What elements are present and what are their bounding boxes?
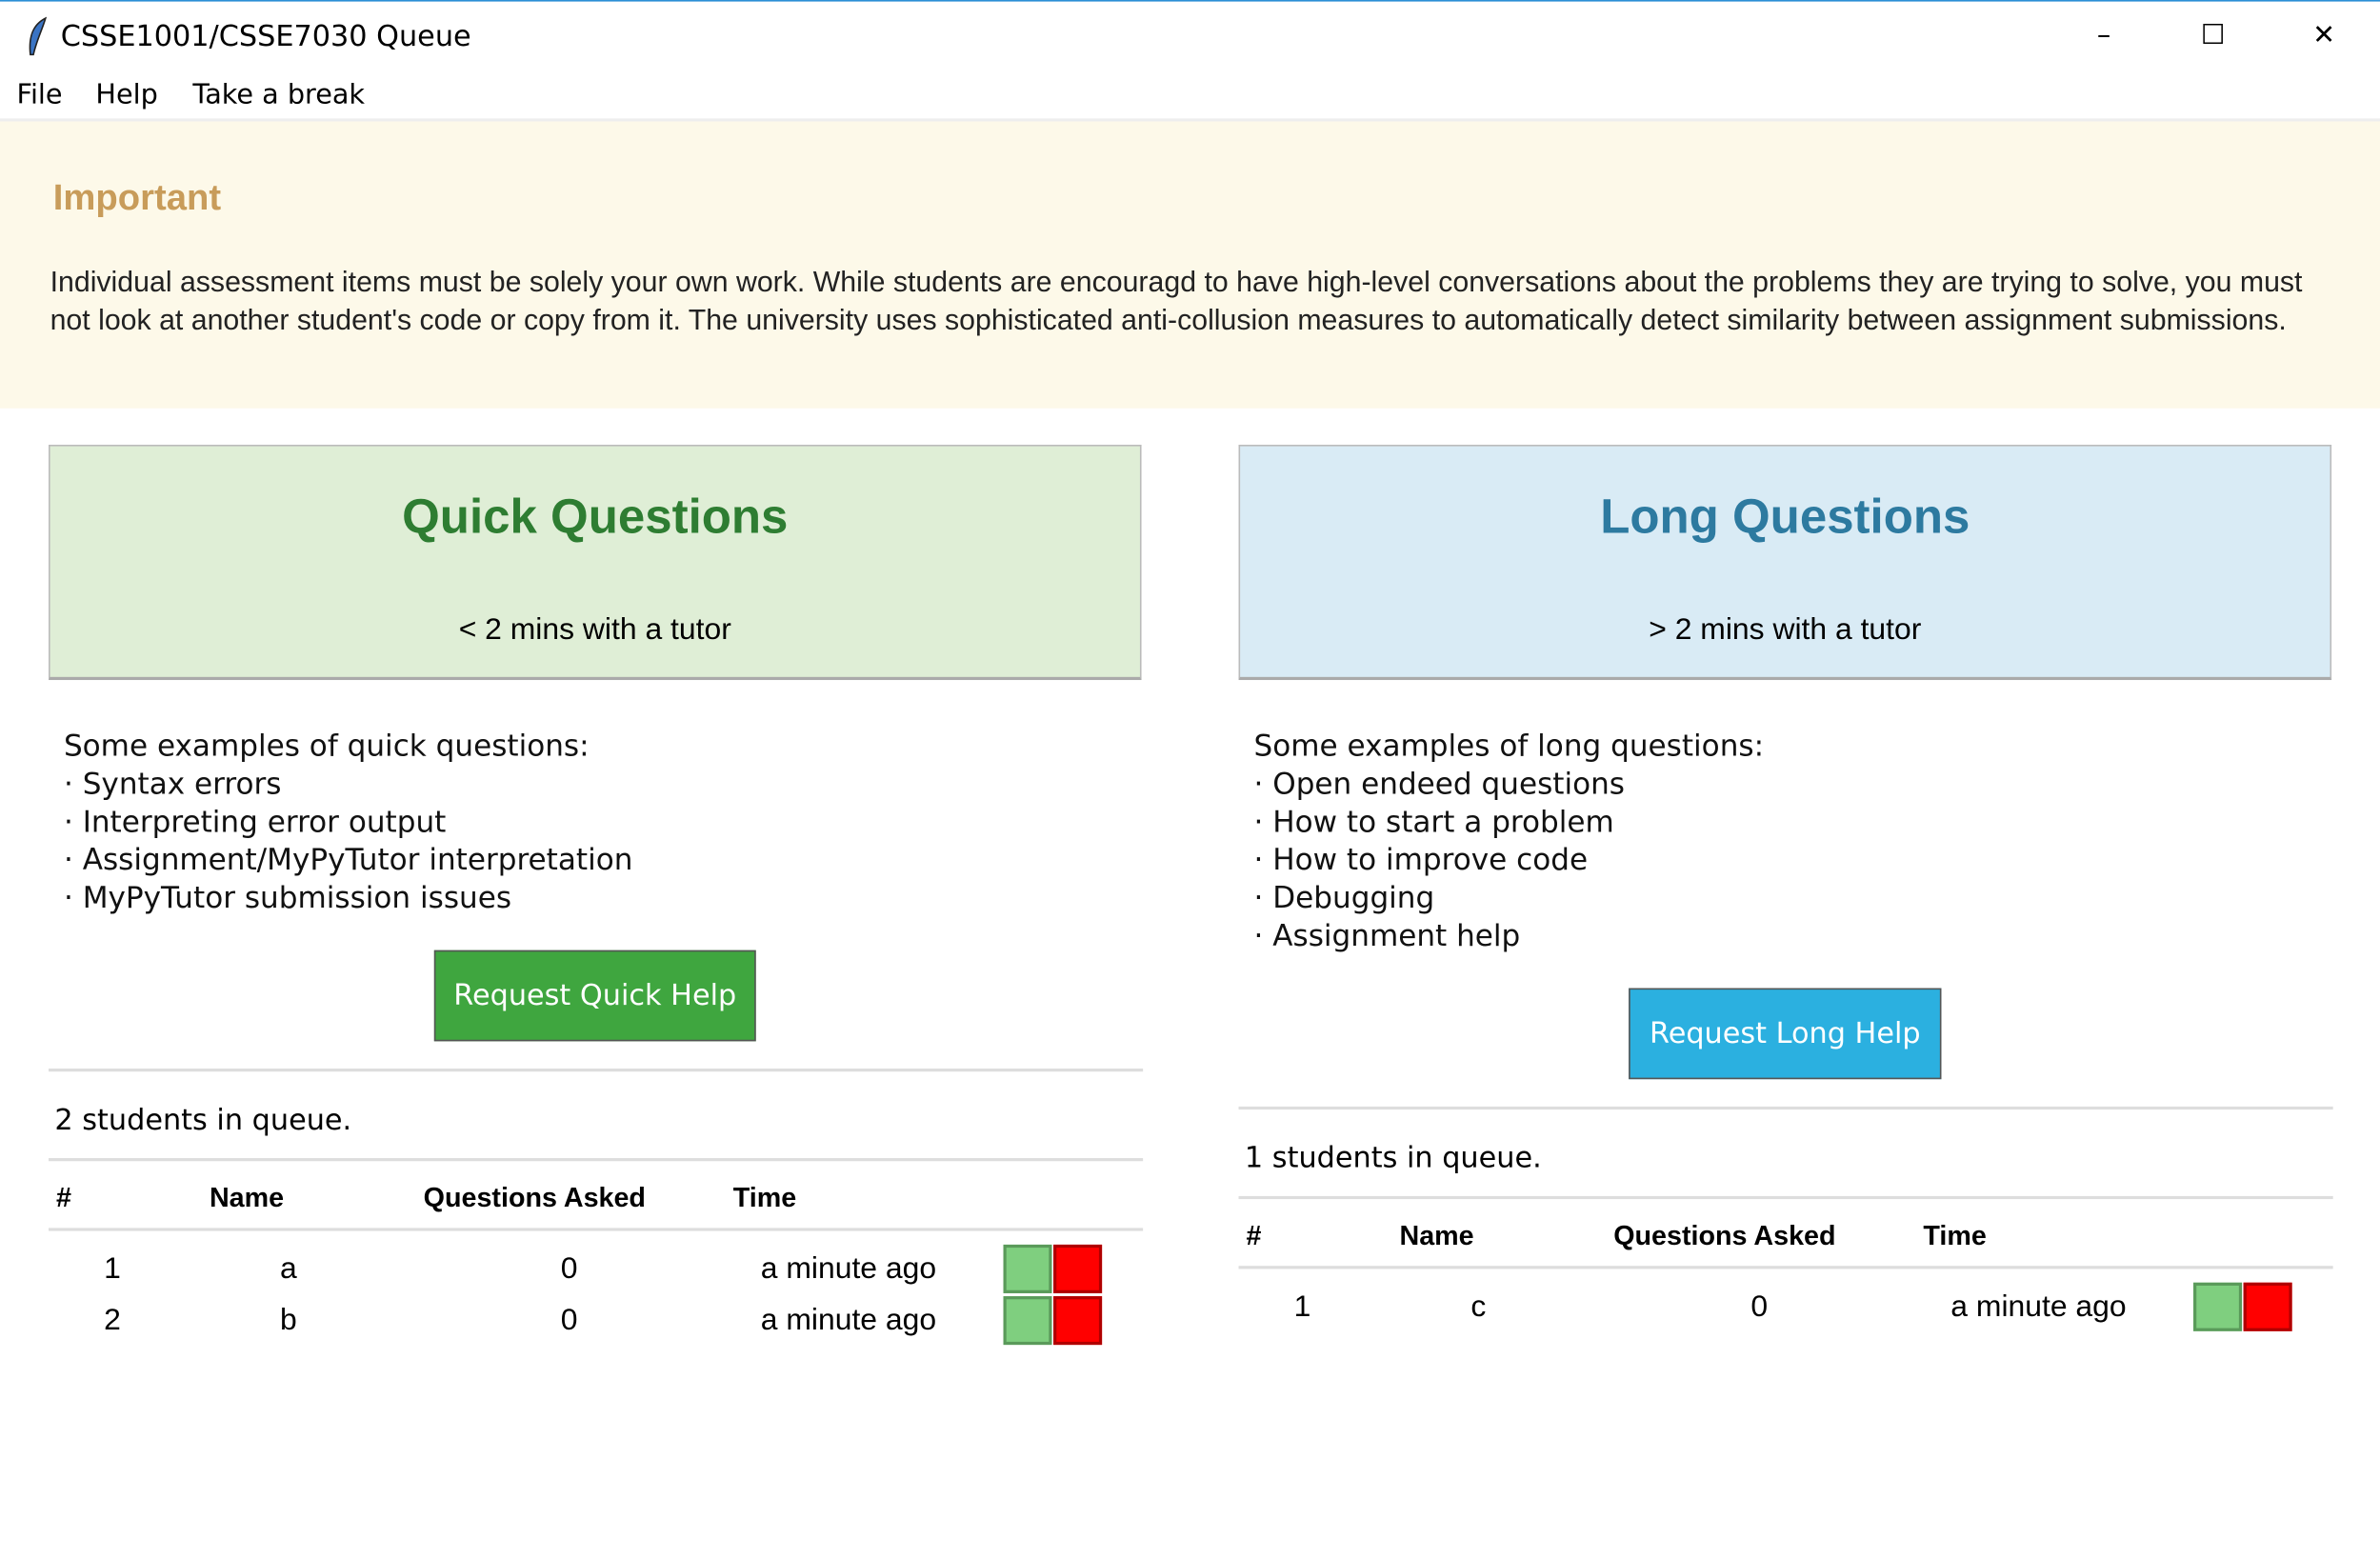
maximize-button[interactable]: ☐: [2183, 13, 2244, 59]
col-name: Name: [1399, 1220, 1474, 1251]
row-number: 1: [104, 1251, 121, 1286]
quick-queue-count: 2 students in queue.: [54, 1103, 352, 1137]
example-item: · Assignment/MyPyTutor interpretation: [63, 842, 633, 878]
divider: [49, 1069, 1144, 1072]
menu-file[interactable]: File: [17, 79, 63, 110]
close-button[interactable]: ✕: [2293, 13, 2354, 59]
col-number: #: [1246, 1220, 1262, 1251]
accept-button[interactable]: [1003, 1296, 1052, 1346]
title-bar: CSSE1001/CSSE7030 Queue – ☐ ✕: [0, 0, 2380, 70]
accept-button[interactable]: [1003, 1244, 1052, 1293]
example-item: · MyPyTutor submission issues: [63, 880, 512, 916]
request-long-help-button[interactable]: Request Long Help: [1629, 988, 1942, 1080]
menu-take-a-break[interactable]: Take a break: [192, 79, 365, 110]
window-title: CSSE1001/CSSE7030 Queue: [60, 19, 471, 53]
menu-help[interactable]: Help: [95, 79, 157, 110]
row-questions-asked: 0: [560, 1304, 578, 1338]
example-item: · Syntax errors: [63, 766, 282, 802]
example-item: · How to start a problem: [1253, 804, 1614, 840]
quick-title: Quick Questions: [402, 489, 789, 544]
example-item: · Assignment help: [1253, 918, 1521, 953]
request-quick-help-button[interactable]: Request Quick Help: [433, 949, 756, 1042]
col-questions-asked: Questions Asked: [423, 1182, 646, 1213]
feather-icon: [29, 16, 48, 56]
quick-questions-header: Quick Questions < 2 mins with a tutor: [49, 444, 1142, 681]
row-time: a minute ago: [760, 1304, 937, 1338]
long-title: Long Questions: [1600, 489, 1970, 544]
example-item: · Debugging: [1253, 880, 1435, 916]
long-queue-count: 1 students in queue.: [1244, 1141, 1542, 1175]
divider: [49, 1228, 1144, 1231]
long-subtitle: > 2 mins with a tutor: [1649, 612, 1922, 647]
divider: [1238, 1195, 2333, 1200]
col-number: #: [55, 1182, 71, 1213]
remove-button[interactable]: [2243, 1282, 2292, 1331]
col-questions-asked: Questions Asked: [1613, 1220, 1836, 1251]
important-title: Important: [52, 177, 222, 219]
col-time: Time: [732, 1182, 797, 1213]
example-item: · Interpreting error output: [63, 804, 447, 840]
quick-examples: Some examples of quick questions: · Synt…: [64, 727, 633, 916]
examples-intro: Some examples of long questions:: [1253, 729, 1765, 764]
example-item: · How to improve code: [1253, 842, 1589, 878]
examples-intro: Some examples of quick questions:: [63, 729, 590, 764]
row-name: b: [279, 1304, 297, 1338]
long-examples: Some examples of long questions: · Open …: [1253, 727, 1764, 954]
remove-button[interactable]: [1053, 1296, 1103, 1346]
row-number: 1: [1293, 1289, 1311, 1324]
divider: [1238, 1266, 2333, 1269]
divider: [1238, 1106, 2333, 1110]
quick-subtitle: < 2 mins with a tutor: [458, 612, 731, 647]
row-name: a: [279, 1251, 297, 1286]
important-text: Individual assessment items must be sole…: [50, 267, 2303, 337]
row-time: a minute ago: [1950, 1289, 2127, 1324]
long-questions-header: Long Questions > 2 mins with a tutor: [1238, 444, 2332, 681]
example-item: · Open endeed questions: [1253, 766, 1625, 802]
row-name: c: [1470, 1289, 1487, 1324]
row-time: a minute ago: [760, 1251, 937, 1286]
important-banner: Important Individual assessment items mu…: [0, 121, 2380, 409]
col-name: Name: [209, 1182, 285, 1213]
remove-button[interactable]: [1053, 1244, 1103, 1293]
col-time: Time: [1923, 1220, 1987, 1251]
row-number: 2: [104, 1304, 121, 1338]
row-questions-asked: 0: [560, 1251, 578, 1286]
accept-button[interactable]: [2193, 1282, 2243, 1331]
divider: [49, 1158, 1144, 1162]
row-questions-asked: 0: [1750, 1289, 1769, 1324]
menu-bar: File Help Take a break: [0, 73, 2380, 122]
minimize-button[interactable]: –: [2073, 13, 2134, 59]
